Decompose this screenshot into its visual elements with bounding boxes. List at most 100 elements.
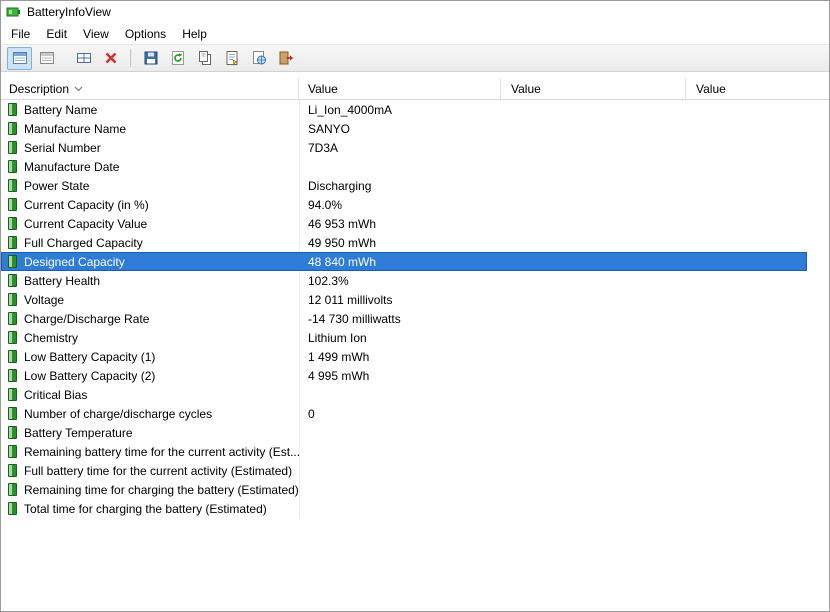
menubar: File Edit View Options Help (1, 23, 829, 44)
menu-item-options[interactable]: Options (117, 25, 174, 43)
battery-icon (8, 501, 17, 515)
row-value: 0 (308, 406, 315, 421)
row-value: 46 953 mWh (308, 216, 377, 231)
row-description: Battery Health (24, 273, 101, 288)
battery-icon (8, 482, 17, 496)
row-description: Current Capacity (in %) (24, 197, 149, 212)
table-row[interactable]: Current Capacity Value 46 953 mWh (1, 214, 807, 233)
copy-button[interactable] (192, 47, 217, 70)
table-row[interactable]: Manufacture Date (1, 157, 807, 176)
battery-icon (8, 235, 17, 249)
row-value: 49 950 mWh (308, 235, 377, 250)
battery-icon (8, 444, 17, 458)
battery-icon (8, 178, 17, 192)
table-row[interactable]: Battery Name Li_Ion_4000mA (1, 100, 807, 119)
battery-icon (8, 121, 17, 135)
row-value: 7D3A (308, 140, 339, 155)
menu-item-view[interactable]: View (75, 25, 117, 43)
row-value: 94.0% (308, 197, 343, 212)
delete-x-icon (103, 50, 119, 66)
table-row[interactable]: Serial Number 7D3A (1, 138, 807, 157)
battery-icon (8, 311, 17, 325)
delete-button[interactable] (98, 47, 123, 70)
row-value: 48 840 mWh (308, 254, 377, 269)
table-row[interactable]: Low Battery Capacity (1) 1 499 mWh (1, 347, 807, 366)
battery-log-view-button[interactable] (34, 47, 59, 70)
table-row[interactable]: Chemistry Lithium Ion (1, 328, 807, 347)
save-floppy-icon (143, 50, 159, 66)
row-description: Manufacture Name (24, 121, 127, 136)
row-value: 12 011 millivolts (308, 292, 393, 307)
battery-icon (8, 368, 17, 382)
battery-icon (8, 273, 17, 287)
battery-icon (8, 406, 17, 420)
battery-icon (8, 159, 17, 173)
refresh-button[interactable] (165, 47, 190, 70)
app-battery-icon (6, 5, 22, 19)
row-description: Low Battery Capacity (1) (24, 349, 156, 364)
battery-icon (8, 197, 17, 211)
battery-icon (8, 254, 17, 268)
table-row[interactable]: Voltage 12 011 millivolts (1, 290, 807, 309)
table-row[interactable]: Full battery time for the current activi… (1, 461, 807, 480)
row-description: Remaining battery time for the current a… (24, 444, 299, 459)
battery-icon (8, 216, 17, 230)
column-header-value-2[interactable]: Value (501, 78, 686, 99)
battery-icon (8, 140, 17, 154)
menu-item-file[interactable]: File (3, 25, 38, 43)
table-row[interactable]: Current Capacity (in %) 94.0% (1, 195, 807, 214)
titlebar[interactable]: BatteryInfoView (1, 1, 829, 23)
table-row[interactable]: Manufacture Name SANYO (1, 119, 807, 138)
table-row[interactable]: Critical Bias (1, 385, 807, 404)
row-description: Number of charge/discharge cycles (24, 406, 213, 421)
column-header-description[interactable]: Description (1, 78, 299, 99)
battery-log-view-icon (39, 50, 55, 66)
properties-button[interactable] (219, 47, 244, 70)
battery-icon (8, 387, 17, 401)
table-row[interactable]: Remaining battery time for the current a… (1, 442, 807, 461)
table-row[interactable]: Low Battery Capacity (2) 4 995 mWh (1, 366, 807, 385)
copy-icon (197, 50, 213, 66)
batteryinfoview-window: BatteryInfoView File Edit View Options Help (0, 0, 830, 612)
save-button[interactable] (138, 47, 163, 70)
battery-info-view-icon (12, 50, 28, 66)
choose-columns-icon (76, 50, 92, 66)
row-description: Designed Capacity (24, 254, 125, 269)
table-row[interactable]: Total time for charging the battery (Est… (1, 499, 807, 518)
row-description: Power State (24, 178, 90, 193)
table-row[interactable]: Designed Capacity 48 840 mWh (1, 252, 807, 271)
column-header-value-1[interactable]: Value (299, 78, 501, 99)
table-row[interactable]: Charge/Discharge Rate -14 730 milliwatts (1, 309, 807, 328)
row-description: Full battery time for the current activi… (24, 463, 293, 478)
row-description: Low Battery Capacity (2) (24, 368, 156, 383)
row-description: Critical Bias (24, 387, 88, 402)
row-description: Battery Temperature (24, 425, 133, 440)
row-description: Voltage (24, 292, 65, 307)
battery-icon (8, 425, 17, 439)
column-header-value-3[interactable]: Value (686, 78, 829, 99)
battery-icon (8, 330, 17, 344)
exit-button[interactable] (273, 47, 298, 70)
table-row[interactable]: Number of charge/discharge cycles 0 (1, 404, 807, 423)
row-value: Li_Ion_4000mA (308, 102, 393, 117)
table-row[interactable]: Remaining time for charging the battery … (1, 480, 807, 499)
row-value: 4 995 mWh (308, 368, 370, 383)
row-description: Charge/Discharge Rate (24, 311, 150, 326)
row-description: Battery Name (24, 102, 98, 117)
table-row[interactable]: Full Charged Capacity 49 950 mWh (1, 233, 807, 252)
row-value: Lithium Ion (308, 330, 367, 345)
table-row[interactable]: Power State Discharging (1, 176, 807, 195)
list-header: Description Value Value Value (1, 78, 829, 100)
table-row[interactable]: Battery Temperature (1, 423, 807, 442)
row-description: Current Capacity Value (24, 216, 148, 231)
html-report-button[interactable] (246, 47, 271, 70)
battery-icon (8, 349, 17, 363)
table-row[interactable]: Battery Health 102.3% (1, 271, 807, 290)
choose-columns-button[interactable] (71, 47, 96, 70)
menu-item-edit[interactable]: Edit (38, 25, 75, 43)
row-description: Chemistry (24, 330, 79, 345)
battery-info-view-button[interactable] (7, 46, 32, 70)
row-description: Remaining time for charging the battery … (24, 482, 299, 497)
toolbar (1, 44, 829, 72)
menu-item-help[interactable]: Help (174, 25, 215, 43)
